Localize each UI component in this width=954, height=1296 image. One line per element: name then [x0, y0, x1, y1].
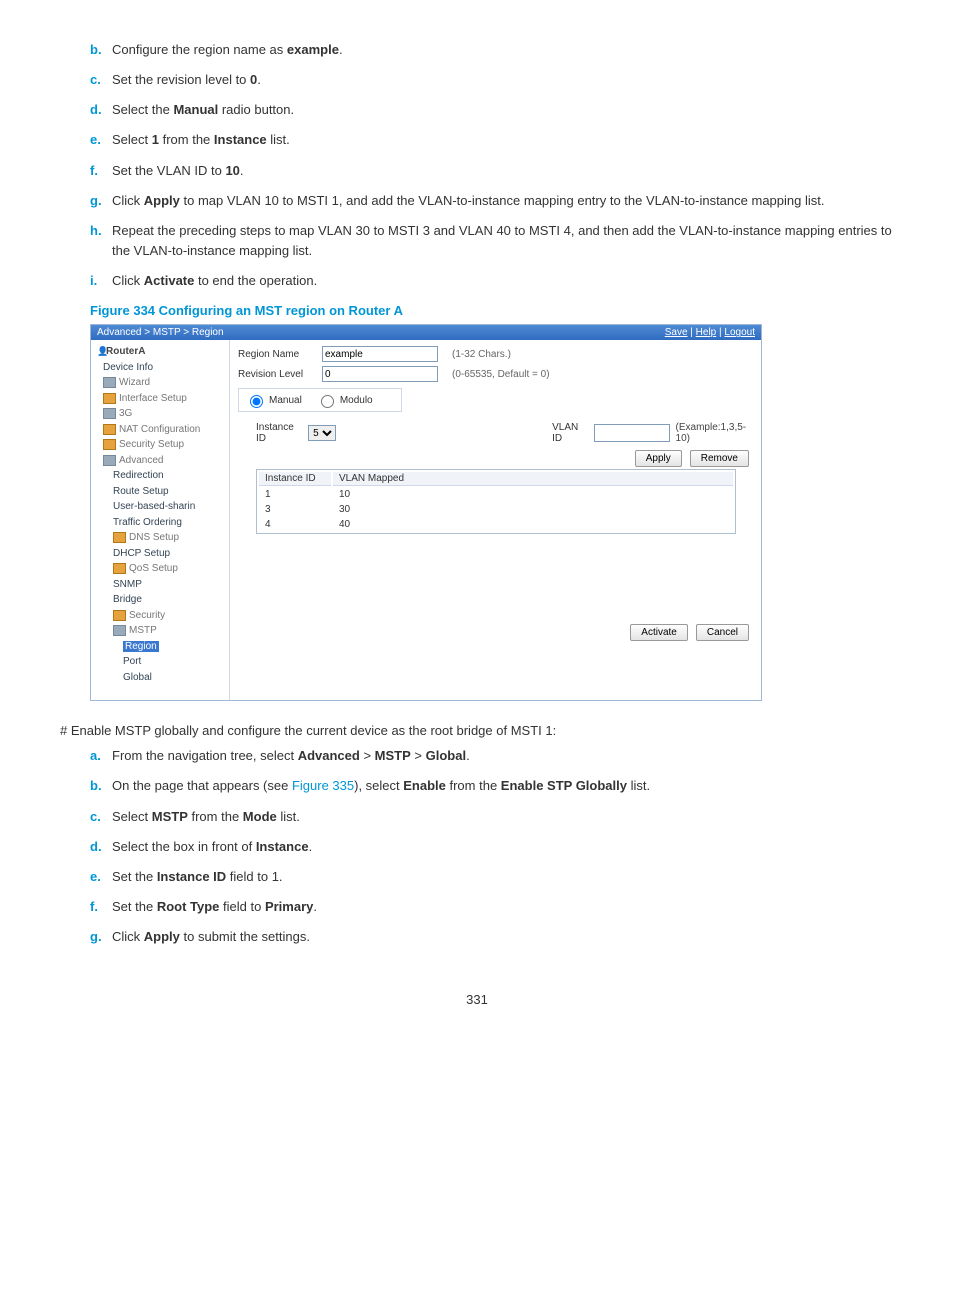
tree-item[interactable]: 3G — [97, 406, 225, 422]
figure-335-link[interactable]: Figure 335 — [292, 778, 354, 793]
tree-item[interactable]: DNS Setup — [97, 530, 225, 546]
embedded-ui-screenshot: Advanced > MSTP > Region Save | Help | L… — [90, 324, 762, 701]
tree-item[interactable]: User-based-sharin — [97, 499, 225, 515]
tree-item[interactable]: Wizard — [97, 375, 225, 391]
cancel-button[interactable]: Cancel — [696, 624, 749, 641]
tree-item[interactable]: Traffic Ordering — [97, 515, 225, 531]
page-number: 331 — [60, 992, 894, 1007]
folder-icon — [103, 455, 116, 466]
tree-item[interactable]: Security — [97, 608, 225, 624]
tree-item[interactable]: Device Info — [97, 360, 225, 376]
tree-item[interactable]: Bridge — [97, 592, 225, 608]
mode-group: Manual Modulo — [238, 388, 402, 412]
help-link[interactable]: Help — [696, 327, 717, 338]
revision-level-label: Revision Level — [238, 369, 316, 380]
tree-item[interactable]: NAT Configuration — [97, 422, 225, 438]
breadcrumb: Advanced > MSTP > Region — [97, 327, 224, 338]
tree-item[interactable]: MSTP — [97, 623, 225, 639]
mapping-table: Instance ID VLAN Mapped 110 330 440 — [256, 469, 736, 534]
figure-caption: Figure 334 Configuring an MST region on … — [60, 303, 894, 318]
folder-icon — [113, 625, 126, 636]
instance-id-select[interactable]: 5 — [308, 425, 336, 441]
tree-item[interactable]: Region — [97, 639, 225, 655]
top-links: Save | Help | Logout — [665, 327, 755, 338]
tree-item[interactable]: SNMP — [97, 577, 225, 593]
folder-icon — [103, 439, 116, 450]
steps-list-1: b.Configure the region name as example. … — [60, 40, 894, 291]
table-row[interactable]: 110 — [259, 488, 733, 501]
tree-item[interactable]: Interface Setup — [97, 391, 225, 407]
folder-icon — [113, 563, 126, 574]
tree-root: 👤RouterA — [97, 344, 225, 360]
revision-level-input[interactable] — [322, 366, 438, 382]
folder-icon — [113, 532, 126, 543]
nav-tree[interactable]: 👤RouterA Device InfoWizardInterface Setu… — [91, 340, 230, 700]
table-row[interactable]: 440 — [259, 518, 733, 531]
folder-icon — [103, 408, 116, 419]
table-col-vlan-mapped: VLAN Mapped — [333, 472, 733, 486]
table-row[interactable]: 330 — [259, 503, 733, 516]
folder-icon — [103, 424, 116, 435]
region-name-hint: (1-32 Chars.) — [452, 349, 511, 360]
mode-manual-radio[interactable]: Manual — [245, 392, 302, 408]
tree-item[interactable]: Port — [97, 654, 225, 670]
tree-item[interactable]: Global — [97, 670, 225, 686]
vlan-id-label: VLAN ID — [552, 422, 587, 444]
region-name-label: Region Name — [238, 349, 316, 360]
ui-topbar: Advanced > MSTP > Region Save | Help | L… — [91, 325, 761, 340]
tree-item[interactable]: Security Setup — [97, 437, 225, 453]
vlan-id-input[interactable] — [594, 424, 670, 442]
section-heading: # Enable MSTP globally and configure the… — [60, 723, 894, 738]
steps-list-2: a.From the navigation tree, select Advan… — [60, 746, 894, 947]
remove-button[interactable]: Remove — [690, 450, 749, 467]
folder-icon — [103, 393, 116, 404]
mode-modulo-radio[interactable]: Modulo — [316, 392, 373, 408]
tree-item[interactable]: DHCP Setup — [97, 546, 225, 562]
folder-icon — [103, 377, 116, 388]
tree-item[interactable]: Advanced — [97, 453, 225, 469]
vlan-id-hint: (Example:1,3,5-10) — [676, 422, 753, 444]
apply-button[interactable]: Apply — [635, 450, 682, 467]
tree-item[interactable]: Route Setup — [97, 484, 225, 500]
activate-button[interactable]: Activate — [630, 624, 688, 641]
tree-item[interactable]: Redirection — [97, 468, 225, 484]
table-col-instance-id: Instance ID — [259, 472, 331, 486]
main-panel: Region Name (1-32 Chars.) Revision Level… — [230, 340, 761, 700]
logout-link[interactable]: Logout — [724, 327, 755, 338]
tree-item[interactable]: QoS Setup — [97, 561, 225, 577]
folder-icon — [113, 610, 126, 621]
revision-level-hint: (0-65535, Default = 0) — [452, 369, 550, 380]
region-name-input[interactable] — [322, 346, 438, 362]
instance-id-label: Instance ID — [256, 422, 302, 444]
save-link[interactable]: Save — [665, 327, 688, 338]
